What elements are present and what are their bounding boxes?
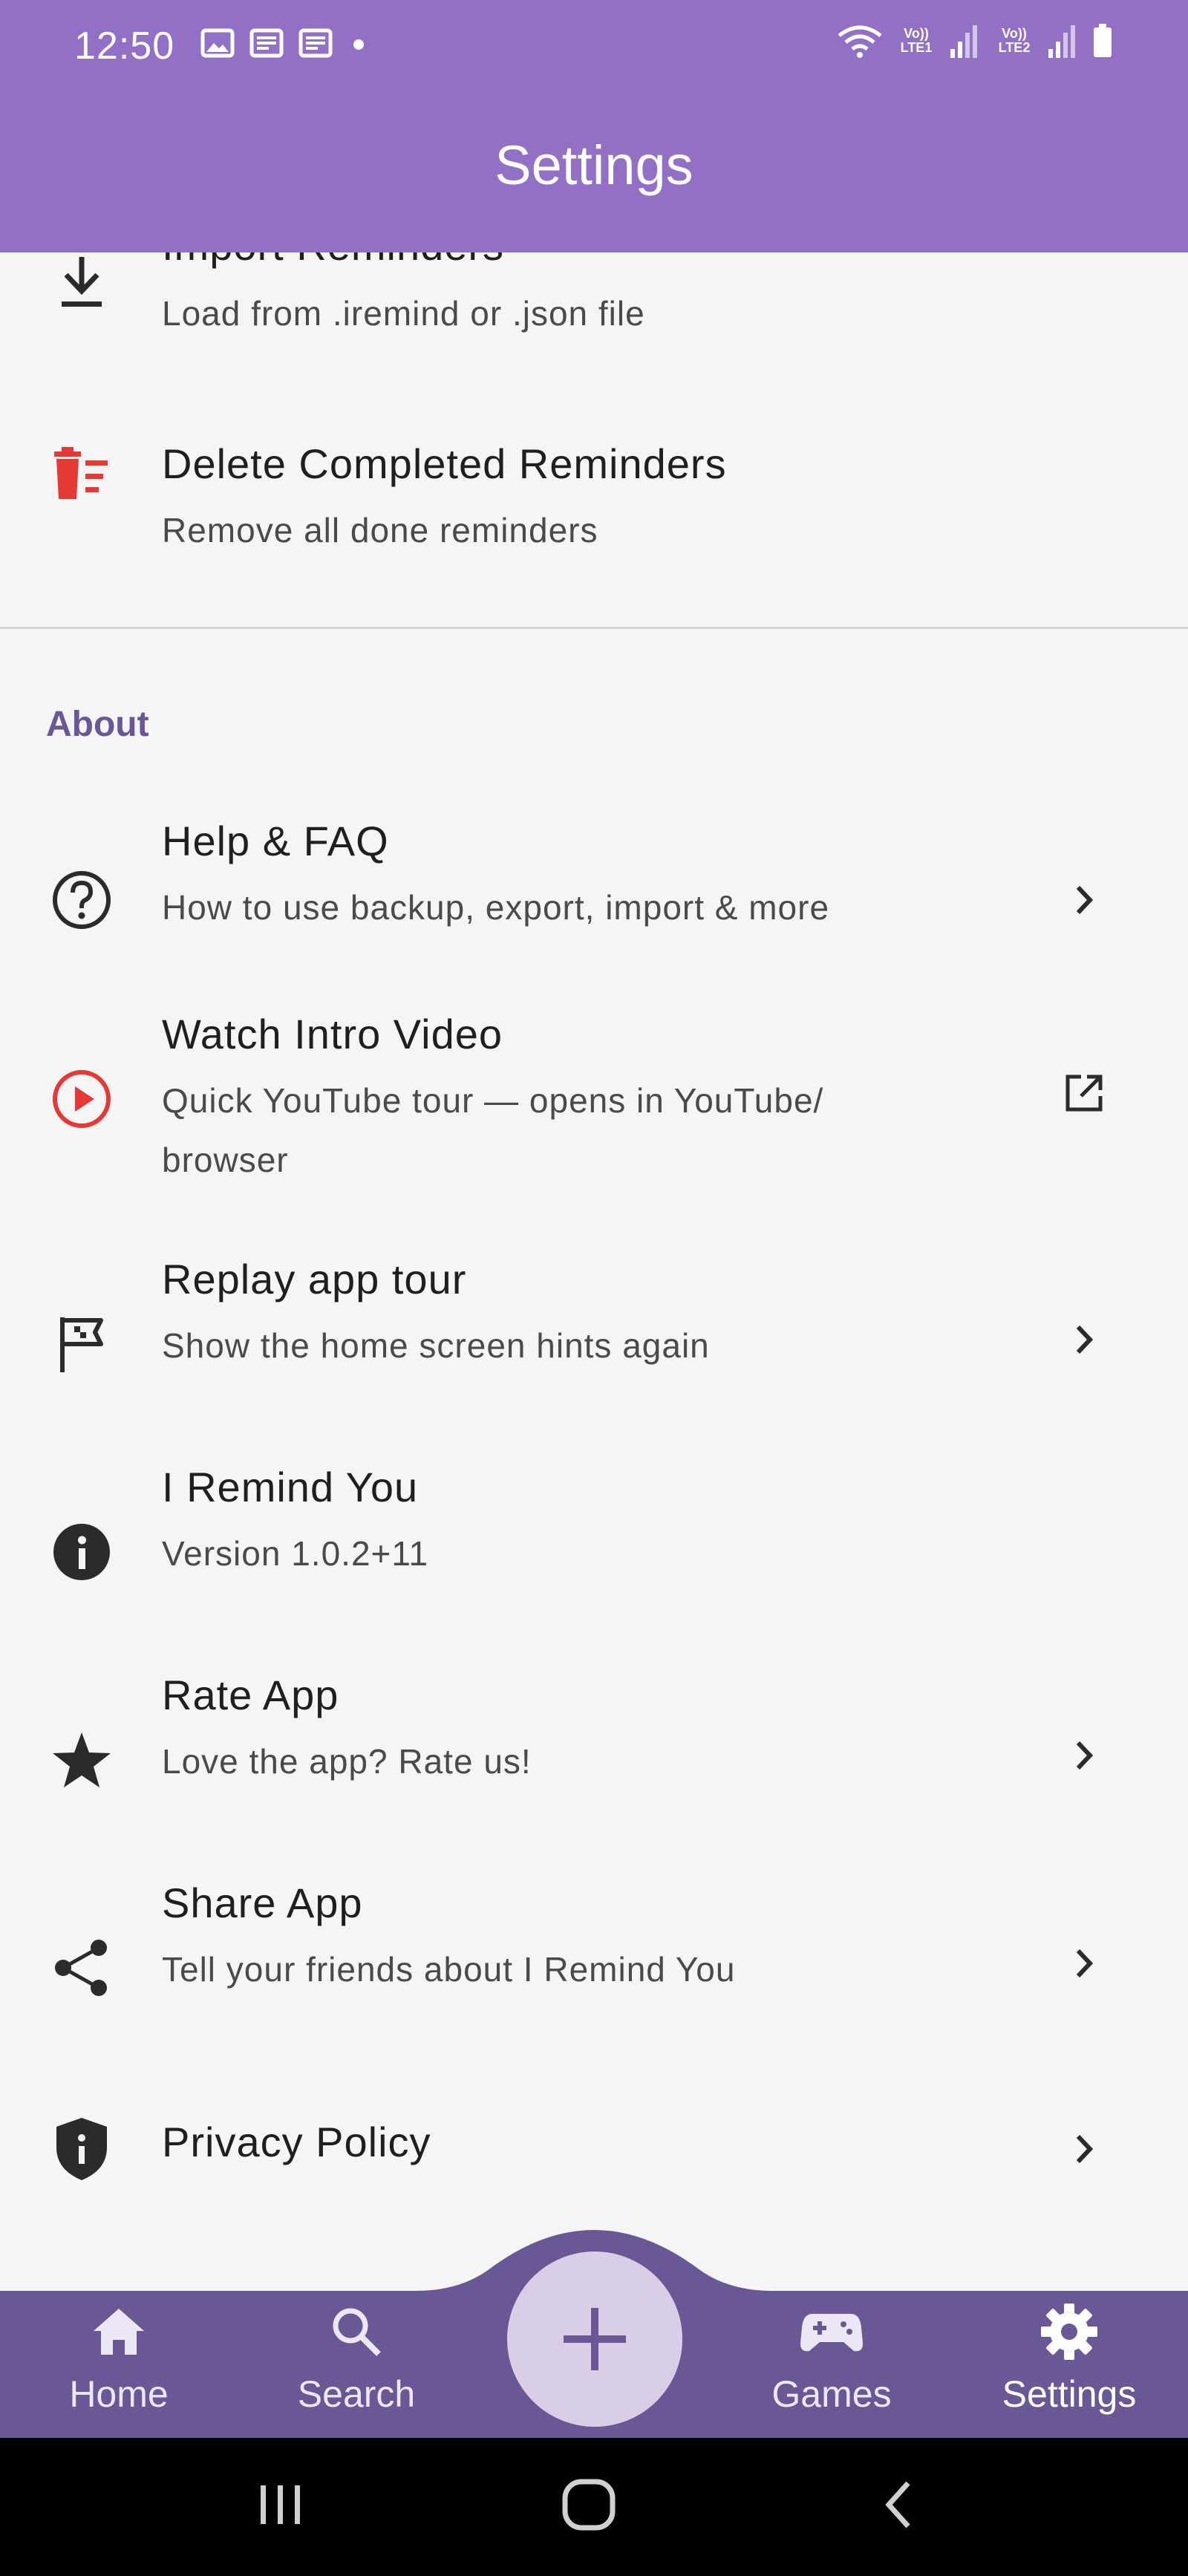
privacy-policy-item[interactable]: Privacy Policy bbox=[0, 2072, 1188, 2228]
notification-icons bbox=[200, 28, 370, 58]
help-faq-title: Help & FAQ bbox=[162, 818, 389, 864]
tour-flag-icon bbox=[46, 1308, 117, 1380]
sim2-indicator: Vo)) LTE2 bbox=[998, 26, 1031, 55]
home-icon bbox=[94, 2309, 144, 2355]
app-version-subtitle: Version 1.0.2+11 bbox=[162, 1534, 429, 1573]
home-circle-icon bbox=[562, 2479, 616, 2531]
search-icon bbox=[333, 2308, 381, 2356]
share-app-title: Share App bbox=[162, 1879, 363, 1926]
watch-intro-video-title: Watch Intro Video bbox=[162, 1011, 503, 1057]
news-icon bbox=[249, 28, 284, 58]
open-external-icon bbox=[1054, 1063, 1114, 1123]
privacy-policy-title: Privacy Policy bbox=[162, 2119, 431, 2165]
help-faq-subtitle: How to use backup, export, import & more bbox=[162, 888, 830, 927]
nav-home-label: Home bbox=[69, 2373, 169, 2415]
battery-icon bbox=[1094, 24, 1112, 57]
chevron-right-icon bbox=[1054, 1310, 1114, 1369]
replay-app-tour-subtitle: Show the home screen hints again bbox=[162, 1326, 710, 1365]
download-icon bbox=[46, 252, 117, 318]
chevron-right-icon bbox=[1054, 1934, 1114, 1993]
wifi-icon bbox=[838, 25, 882, 58]
app-name-title: I Remind You bbox=[162, 1464, 419, 1510]
watch-intro-video-subtitle-line1: Quick YouTube tour — opens in YouTube/ bbox=[162, 1081, 824, 1120]
system-navigation-bar bbox=[0, 2438, 1188, 2576]
rate-app-subtitle: Love the app? Rate us! bbox=[162, 1742, 532, 1781]
section-header-about: About bbox=[46, 705, 149, 744]
recents-button[interactable] bbox=[236, 2468, 325, 2542]
nav-settings[interactable]: Settings bbox=[980, 2298, 1158, 2432]
chevron-right-icon bbox=[1054, 2119, 1114, 2179]
import-reminders-item[interactable]: Import Reminders Load from .iremind or .… bbox=[0, 252, 1188, 356]
back-icon bbox=[885, 2481, 910, 2528]
nav-search-label: Search bbox=[297, 2373, 416, 2415]
status-bar: 12:50 Vo)) LTE1 Vo)) LTE2 bbox=[0, 0, 1188, 97]
gallery-icon bbox=[200, 28, 235, 58]
nav-games[interactable]: Games bbox=[742, 2298, 921, 2432]
gamepad-icon bbox=[800, 2314, 863, 2352]
news-icon bbox=[298, 28, 333, 58]
app-bar: 12:50 Vo)) LTE1 Vo)) LTE2 Settings bbox=[0, 0, 1188, 252]
app-version-item: I Remind You Version 1.0.2+11 bbox=[0, 1448, 1188, 1634]
nav-search[interactable]: Search bbox=[267, 2298, 446, 2432]
recents-icon bbox=[261, 2485, 300, 2524]
import-reminders-title: Import Reminders bbox=[162, 252, 504, 270]
watch-intro-video-item[interactable]: Watch Intro Video Quick YouTube tour — o… bbox=[0, 995, 1188, 1218]
nav-settings-label: Settings bbox=[1002, 2373, 1137, 2415]
chevron-right-icon bbox=[1054, 870, 1114, 930]
add-reminder-fab[interactable] bbox=[507, 2251, 682, 2427]
dot-icon bbox=[353, 39, 364, 50]
delete-completed-subtitle: Remove all done reminders bbox=[162, 511, 598, 550]
star-icon bbox=[46, 1724, 117, 1796]
status-time: 12:50 bbox=[74, 25, 175, 68]
signal-icon bbox=[1048, 25, 1075, 58]
page-title: Settings bbox=[495, 134, 693, 196]
shield-icon bbox=[46, 2113, 117, 2185]
delete-completed-item[interactable]: Delete Completed Reminders Remove all do… bbox=[0, 394, 1188, 572]
gear-icon bbox=[1041, 2303, 1097, 2360]
settings-list[interactable]: Import Reminders Load from .iremind or .… bbox=[0, 252, 1188, 2291]
back-button[interactable] bbox=[854, 2468, 943, 2542]
rate-app-title: Rate App bbox=[162, 1672, 339, 1718]
share-app-item[interactable]: Share App Tell your friends about I Remi… bbox=[0, 1864, 1188, 2050]
plus-icon bbox=[564, 2308, 626, 2370]
share-icon bbox=[46, 1932, 117, 2003]
chevron-right-icon bbox=[1054, 1726, 1114, 1785]
delete-completed-title: Delete Completed Reminders bbox=[162, 440, 727, 487]
nav-home[interactable]: Home bbox=[30, 2298, 208, 2432]
replay-app-tour-title: Replay app tour bbox=[162, 1256, 467, 1302]
import-reminders-subtitle: Load from .iremind or .json file bbox=[162, 294, 645, 333]
signal-icon bbox=[950, 25, 977, 58]
section-divider bbox=[0, 627, 1188, 629]
share-app-subtitle: Tell your friends about I Remind You bbox=[162, 1950, 736, 1989]
info-icon bbox=[46, 1516, 117, 1588]
help-circle-icon bbox=[46, 864, 117, 936]
system-status-icons: Vo)) LTE1 Vo)) LTE2 bbox=[836, 22, 1114, 59]
help-faq-item[interactable]: Help & FAQ How to use backup, export, im… bbox=[0, 802, 1188, 988]
nav-games-label: Games bbox=[771, 2373, 892, 2415]
replay-app-tour-item[interactable]: Replay app tour Show the home screen hin… bbox=[0, 1240, 1188, 1426]
delete-sweep-icon bbox=[46, 440, 117, 511]
sim1-indicator: Vo)) LTE1 bbox=[900, 26, 933, 55]
play-circle-icon bbox=[46, 1063, 117, 1135]
watch-intro-video-subtitle-line2: browser bbox=[162, 1141, 289, 1179]
rate-app-item[interactable]: Rate App Love the app? Rate us! bbox=[0, 1656, 1188, 1842]
home-system-button[interactable] bbox=[544, 2468, 633, 2542]
